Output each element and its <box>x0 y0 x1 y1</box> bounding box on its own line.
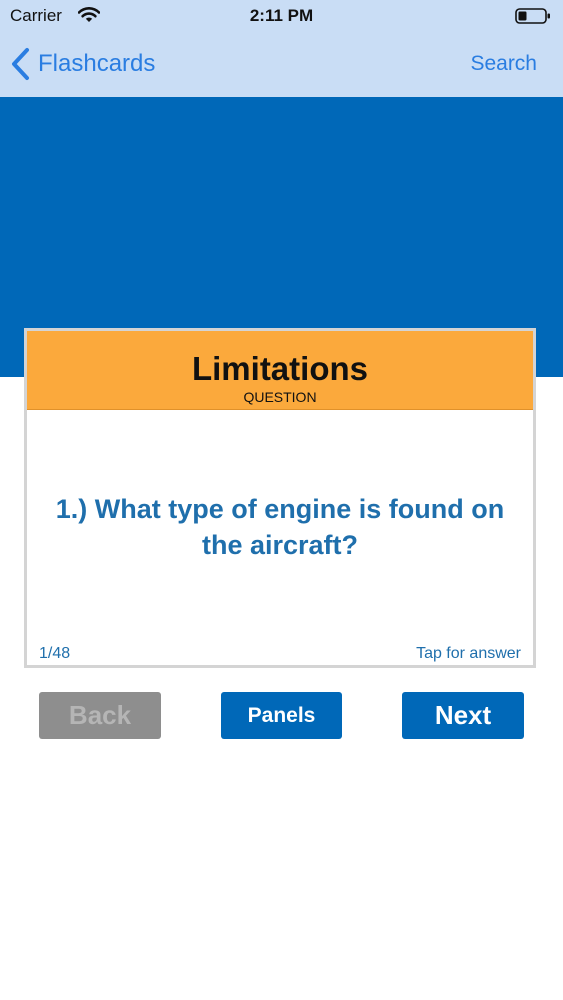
flashcard-screen: Carrier 2:11 PM Flashcards Search Limita… <box>0 0 563 1000</box>
card-subtitle: QUESTION <box>243 389 317 405</box>
battery-icon <box>515 8 550 24</box>
navigation-bar: Flashcards Search <box>0 32 563 97</box>
tap-for-answer-hint[interactable]: Tap for answer <box>416 645 521 663</box>
flashcard[interactable]: Limitations QUESTION 1.) What type of en… <box>24 328 536 668</box>
back-button[interactable]: Back <box>39 692 161 739</box>
back-to-flashcards-button[interactable]: Flashcards <box>10 46 155 82</box>
card-question: 1.) What type of engine is found on the … <box>55 494 505 560</box>
back-nav-label: Flashcards <box>38 50 156 77</box>
chevron-left-icon <box>12 48 29 80</box>
status-bar: Carrier 2:11 PM <box>0 0 563 32</box>
panels-button[interactable]: Panels <box>221 692 342 739</box>
search-button[interactable]: Search <box>470 52 537 76</box>
status-time: 2:11 PM <box>249 6 314 25</box>
card-header: Limitations QUESTION <box>27 331 533 410</box>
card-counter: 1/48 <box>39 645 71 662</box>
top-bar: Carrier 2:11 PM Flashcards Search <box>0 0 563 97</box>
card-title: Limitations <box>191 350 368 387</box>
next-button[interactable]: Next <box>402 692 524 739</box>
